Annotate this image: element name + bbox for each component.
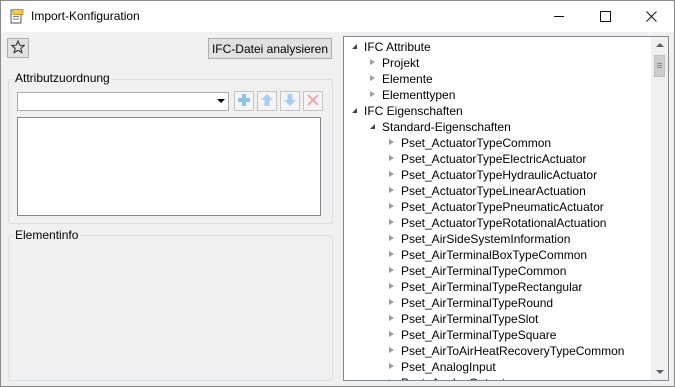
- tree-item-label: Standard-Eigenschaften: [382, 120, 511, 134]
- delete-button[interactable]: [303, 91, 323, 111]
- collapsed-arrow-icon[interactable]: [388, 235, 396, 243]
- collapsed-arrow-icon[interactable]: [369, 75, 377, 83]
- tree-item-label: Elementtypen: [382, 88, 456, 102]
- collapsed-arrow-icon[interactable]: [388, 283, 396, 291]
- tree-item[interactable]: Pset_AirTerminalTypeRectangular: [389, 279, 583, 295]
- move-up-button[interactable]: [257, 91, 277, 111]
- move-down-button[interactable]: [280, 91, 300, 111]
- tree-item-label: Pset_ActuatorTypeLinearActuation: [401, 184, 586, 198]
- app-document-icon: [10, 9, 24, 24]
- tree-item[interactable]: Pset_AnalogOutput: [389, 375, 505, 380]
- tree-item[interactable]: Pset_ActuatorTypeElectricActuator: [389, 151, 587, 167]
- expanded-arrow-icon[interactable]: [369, 123, 377, 131]
- tree-item-label: Pset_ActuatorTypeRotationalActuation: [401, 216, 607, 230]
- expanded-arrow-icon[interactable]: [351, 43, 359, 51]
- tree-item[interactable]: Pset_AirToAirHeatRecoveryTypeCommon: [389, 343, 625, 359]
- tree-item[interactable]: Pset_ActuatorTypeHydraulicActuator: [389, 167, 598, 183]
- tree-item-label: Elemente: [382, 72, 433, 86]
- attribute-combo[interactable]: [17, 92, 229, 111]
- add-button[interactable]: [234, 91, 254, 111]
- tree-item[interactable]: Pset_AirTerminalBoxTypeCommon: [389, 247, 588, 263]
- tree-item[interactable]: Pset_AirTerminalTypeRound: [389, 295, 554, 311]
- tree-item-label: Pset_AnalogOutput: [401, 376, 505, 380]
- window-title: Import-Konfiguration: [31, 9, 140, 23]
- collapsed-arrow-icon[interactable]: [388, 347, 396, 355]
- collapsed-arrow-icon[interactable]: [388, 315, 396, 323]
- scroll-down-icon[interactable]: [656, 370, 664, 374]
- tree-item-label: Pset_AirTerminalTypeSquare: [401, 328, 557, 342]
- tree-item[interactable]: Pset_ActuatorTypeCommon: [389, 135, 552, 151]
- tree-item-label: IFC Eigenschaften: [364, 104, 463, 118]
- element-info-group: [8, 235, 333, 381]
- element-info-label: Elementinfo: [13, 228, 81, 242]
- import-config-window: Import-Konfiguration IFC-Datei analysier…: [0, 0, 675, 387]
- tree-item[interactable]: Standard-Eigenschaften: [370, 119, 511, 135]
- tree-item-label: Projekt: [382, 56, 420, 70]
- title-bar[interactable]: Import-Konfiguration: [1, 1, 674, 32]
- minimize-button[interactable]: [536, 1, 582, 32]
- tree-item-label: Pset_AirTerminalBoxTypeCommon: [401, 248, 588, 262]
- maximize-button[interactable]: [582, 1, 628, 32]
- move-up-icon: [260, 93, 274, 110]
- tree-item-label: Pset_ActuatorTypeElectricActuator: [401, 152, 587, 166]
- star-icon: [10, 39, 26, 57]
- chevron-down-icon: [217, 99, 225, 103]
- tree-item[interactable]: Pset_AirTerminalTypeSlot: [389, 311, 539, 327]
- collapsed-arrow-icon[interactable]: [369, 91, 377, 99]
- collapsed-arrow-icon[interactable]: [388, 299, 396, 307]
- collapsed-arrow-icon[interactable]: [388, 139, 396, 147]
- favorite-button[interactable]: [7, 38, 29, 58]
- tree-item[interactable]: Elementtypen: [370, 87, 456, 103]
- collapsed-arrow-icon[interactable]: [388, 219, 396, 227]
- tree-item-label: Pset_ActuatorTypeHydraulicActuator: [401, 168, 598, 182]
- close-button[interactable]: [628, 1, 674, 32]
- analyze-ifc-label: IFC-Datei analysieren: [211, 41, 329, 56]
- expanded-arrow-icon[interactable]: [351, 107, 359, 115]
- add-icon: [237, 93, 251, 110]
- tree-item[interactable]: IFC Eigenschaften: [352, 103, 463, 119]
- tree-item-label: Pset_AirTerminalTypeRectangular: [401, 280, 583, 294]
- collapsed-arrow-icon[interactable]: [388, 251, 396, 259]
- attribute-list[interactable]: [17, 117, 321, 216]
- tree-item[interactable]: Projekt: [370, 55, 420, 71]
- scroll-thumb[interactable]: [654, 55, 665, 77]
- collapsed-arrow-icon[interactable]: [388, 171, 396, 179]
- collapsed-arrow-icon[interactable]: [388, 363, 396, 371]
- tree-item[interactable]: Pset_AirTerminalTypeSquare: [389, 327, 557, 343]
- analyze-ifc-button[interactable]: IFC-Datei analysieren: [208, 38, 332, 59]
- tree-item-label: Pset_AirTerminalTypeSlot: [401, 312, 539, 326]
- collapsed-arrow-icon[interactable]: [369, 59, 377, 67]
- tree-item-label: Pset_AnalogInput: [401, 360, 496, 374]
- tree-item[interactable]: Pset_AirTerminalTypeCommon: [389, 263, 567, 279]
- tree-item-label: Pset_AirTerminalTypeRound: [401, 296, 554, 310]
- tree-item[interactable]: Pset_AirSideSystemInformation: [389, 231, 571, 247]
- move-down-icon: [283, 93, 297, 110]
- tree-item[interactable]: Pset_AnalogInput: [389, 359, 496, 375]
- tree-item-label: Pset_ActuatorTypePneumaticActuator: [401, 200, 604, 214]
- tree-item[interactable]: Pset_ActuatorTypeRotationalActuation: [389, 215, 607, 231]
- tree-item-label: Pset_AirSideSystemInformation: [401, 232, 571, 246]
- tree-item[interactable]: Pset_ActuatorTypeLinearActuation: [389, 183, 586, 199]
- attribute-mapping-label: Attributzuordnung: [13, 71, 112, 85]
- tree-item[interactable]: IFC Attribute: [352, 39, 431, 55]
- collapsed-arrow-icon[interactable]: [388, 267, 396, 275]
- tree-item-label: Pset_ActuatorTypeCommon: [401, 136, 552, 150]
- collapsed-arrow-icon[interactable]: [388, 379, 396, 380]
- delete-icon: [306, 93, 320, 110]
- scroll-up-icon[interactable]: [656, 43, 664, 47]
- tree-item[interactable]: Elemente: [370, 71, 433, 87]
- collapsed-arrow-icon[interactable]: [388, 203, 396, 211]
- tree-item-label: Pset_AirToAirHeatRecoveryTypeCommon: [401, 344, 625, 358]
- tree-scrollbar[interactable]: [651, 37, 668, 380]
- ifc-tree[interactable]: IFC Attribute Projekt Elemente Elementtypen…: [343, 36, 669, 381]
- collapsed-arrow-icon[interactable]: [388, 187, 396, 195]
- collapsed-arrow-icon[interactable]: [388, 331, 396, 339]
- tree-item-label: IFC Attribute: [364, 40, 431, 54]
- tree-item-label: Pset_AirTerminalTypeCommon: [401, 264, 567, 278]
- collapsed-arrow-icon[interactable]: [388, 155, 396, 163]
- tree-item[interactable]: Pset_ActuatorTypePneumaticActuator: [389, 199, 604, 215]
